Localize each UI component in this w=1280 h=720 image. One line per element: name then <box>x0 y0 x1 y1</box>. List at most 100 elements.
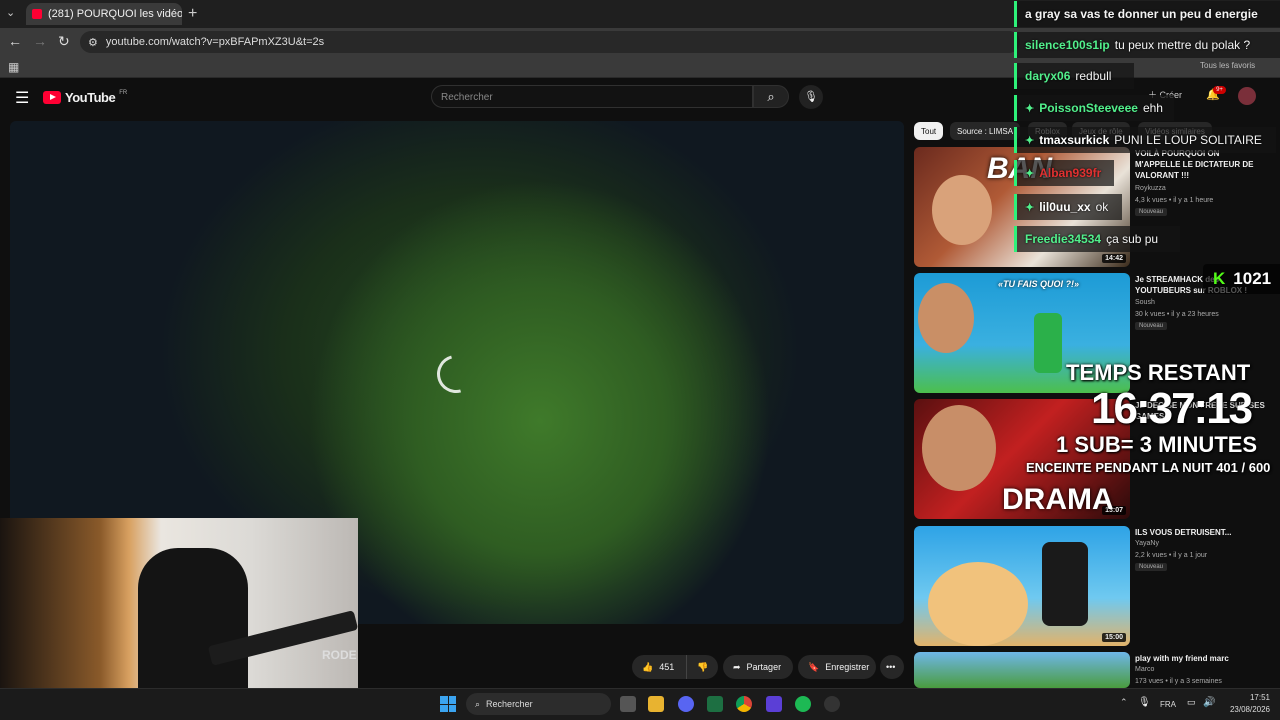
chat-text: ça sub pu <box>1106 232 1159 246</box>
address-bar[interactable]: ⚙ youtube.com/watch?v=pxBFAPmXZ3U&t=2s <box>80 31 1020 53</box>
thumbnail-text: DRAMA <box>1002 483 1114 516</box>
more-actions-button[interactable]: ••• <box>880 655 904 679</box>
site-info-icon[interactable]: ⚙ <box>88 36 98 49</box>
new-tab-button[interactable]: + <box>188 5 197 23</box>
subscriber-badge-icon: ✦ <box>1025 167 1035 180</box>
chat-message: ✦ lil0uu_xx ok <box>1014 194 1122 220</box>
chat-message: a gray sa vas te donner un peu d energie <box>1014 1 1280 27</box>
chip-source[interactable]: Source : LIMSA <box>950 122 1021 140</box>
chat-username: Freedie34534 <box>1025 232 1102 246</box>
chat-text: PUNI LE LOUP SOLITAIRE <box>1114 133 1262 147</box>
video-duration: 14:42 <box>1102 254 1126 263</box>
like-button[interactable]: 👍 451 <box>632 655 686 679</box>
discord-icon[interactable] <box>678 696 694 712</box>
subscriber-badge-icon: ✦ <box>1025 201 1035 214</box>
thumbnail-text: «TU FAIS QUOI ?!» <box>998 279 1080 289</box>
thumbs-up-icon: 👍 <box>642 661 654 672</box>
search-input[interactable]: Rechercher <box>431 85 753 108</box>
taskbar <box>0 688 1280 720</box>
video-title[interactable]: play with my friend marc <box>1135 653 1265 664</box>
thumbnail-phone <box>1042 542 1088 626</box>
task-view-icon[interactable] <box>620 696 636 712</box>
share-label: Partager <box>746 662 782 672</box>
chat-message: Freedie34534 ça sub pu <box>1014 226 1180 252</box>
subathon-goal: ENCEINTE PENDANT LA NUIT 401 / 600 <box>1026 460 1271 475</box>
chat-message: silence100s1ip tu peux mettre du polak ? <box>1014 32 1280 58</box>
chat-username: lil0uu_xx <box>1039 200 1091 214</box>
bookmark-icon: 🔖 <box>808 661 820 672</box>
viewer-count: 1021 <box>1233 269 1272 288</box>
forward-arrow-icon[interactable]: → <box>33 33 47 49</box>
subathon-rule: 1 SUB= 3 MINUTES <box>1056 432 1258 457</box>
chip-all[interactable]: Tout <box>914 122 944 140</box>
chrome-icon[interactable] <box>736 696 752 712</box>
file-explorer-icon[interactable] <box>648 696 664 712</box>
chat-username: daryx06 <box>1025 69 1071 83</box>
video-title[interactable]: ILS VOUS DETRUISENT... <box>1135 527 1265 538</box>
chat-text: tu peux mettre du polak ? <box>1114 38 1251 52</box>
volume-icon[interactable]: 🔊 <box>1203 697 1215 708</box>
new-badge: Nouveau <box>1135 322 1168 330</box>
reload-icon[interactable]: ↻ <box>58 33 70 50</box>
timer-value: 16:37:13 <box>1091 384 1253 433</box>
avatar[interactable] <box>1238 87 1256 105</box>
youtube-logo[interactable]: YouTube FR <box>43 90 127 105</box>
language-indicator[interactable]: FRA <box>1160 700 1176 709</box>
new-badge: Nouveau <box>1135 208 1168 216</box>
browser-tab[interactable]: (281) POURQUOI les vidéos Rol ✕ <box>26 3 182 25</box>
channel-name[interactable]: YayaNy <box>1135 538 1159 550</box>
apps-grid-icon[interactable]: ▦ <box>8 60 19 74</box>
thumbs-down-icon: 👎 <box>697 661 709 672</box>
video-meta: 2,2 k vues • il y a 1 jour <box>1135 552 1208 559</box>
windows-start-icon[interactable] <box>440 696 456 712</box>
chat-text: ehh <box>1142 101 1163 115</box>
dislike-button[interactable]: 👎 <box>686 655 718 679</box>
share-icon: ➦ <box>733 661 741 672</box>
chat-message: ✦ PoissonSteeveee ehh <box>1014 95 1174 121</box>
app-grid-icon[interactable] <box>766 696 782 712</box>
tray-microphone-icon[interactable]: 🎙 <box>1138 697 1151 708</box>
video-meta: 173 vues • il y a 3 semaines <box>1135 678 1222 685</box>
steam-icon[interactable] <box>824 696 840 712</box>
thumbnail-person <box>932 175 992 245</box>
chat-message: daryx06 redbull <box>1014 63 1134 89</box>
network-icon[interactable]: ▭ <box>1187 697 1196 708</box>
save-button[interactable]: 🔖 Enregistrer <box>798 655 876 679</box>
chat-username: tmaxsurkick <box>1039 133 1110 147</box>
video-duration: 15:00 <box>1102 633 1126 642</box>
chat-username: silence100s1ip <box>1025 38 1110 52</box>
hamburger-menu-icon[interactable]: ☰ <box>15 88 29 108</box>
youtube-play-icon <box>43 91 61 104</box>
excel-icon[interactable] <box>707 696 723 712</box>
logo-text: YouTube <box>65 90 116 105</box>
chevron-up-icon[interactable]: ⌃ <box>1120 697 1128 708</box>
video-thumbnail[interactable]: 15:00 <box>914 526 1130 646</box>
share-button[interactable]: ➦ Partager <box>723 655 793 679</box>
chat-username: PoissonSteeveee <box>1039 101 1138 115</box>
chat-message: ✦ tmaxsurkick PUNI LE LOUP SOLITAIRE <box>1014 127 1276 153</box>
clock-time[interactable]: 17:51 <box>1246 693 1270 702</box>
timer-label: TEMPS RESTANT <box>1066 360 1251 385</box>
channel-name[interactable]: Roykuzza <box>1135 183 1166 195</box>
chat-username: Alban939fr <box>1039 166 1102 180</box>
thumbnail-person <box>918 283 974 353</box>
spotify-icon[interactable] <box>795 696 811 712</box>
new-badge: Nouveau <box>1135 563 1168 571</box>
chat-text: ok <box>1095 200 1109 214</box>
channel-name[interactable]: Soush <box>1135 297 1155 309</box>
thumbnail-person <box>922 405 996 491</box>
clock-date[interactable]: 23/08/2026 <box>1222 705 1270 714</box>
back-arrow-icon[interactable]: ← <box>8 33 22 49</box>
more-icon: ••• <box>886 662 896 672</box>
search-icon[interactable]: ⌕ <box>753 85 789 108</box>
video-thumbnail[interactable] <box>914 652 1130 688</box>
tab-search-icon[interactable]: ⌄ <box>6 6 15 19</box>
search-icon: ⌕ <box>475 698 481 709</box>
chat-message: ✦ Alban939fr <box>1014 160 1114 186</box>
taskbar-search-input[interactable]: ⌕ Rechercher <box>466 693 611 715</box>
channel-name[interactable]: Marco <box>1135 664 1154 676</box>
all-favorites-link[interactable]: Tous les favoris <box>1200 61 1255 70</box>
subscriber-badge-icon: ✦ <box>1025 102 1035 115</box>
microphone-icon[interactable]: 🎙 <box>799 85 823 109</box>
taskbar-search-label: Rechercher <box>486 699 533 709</box>
